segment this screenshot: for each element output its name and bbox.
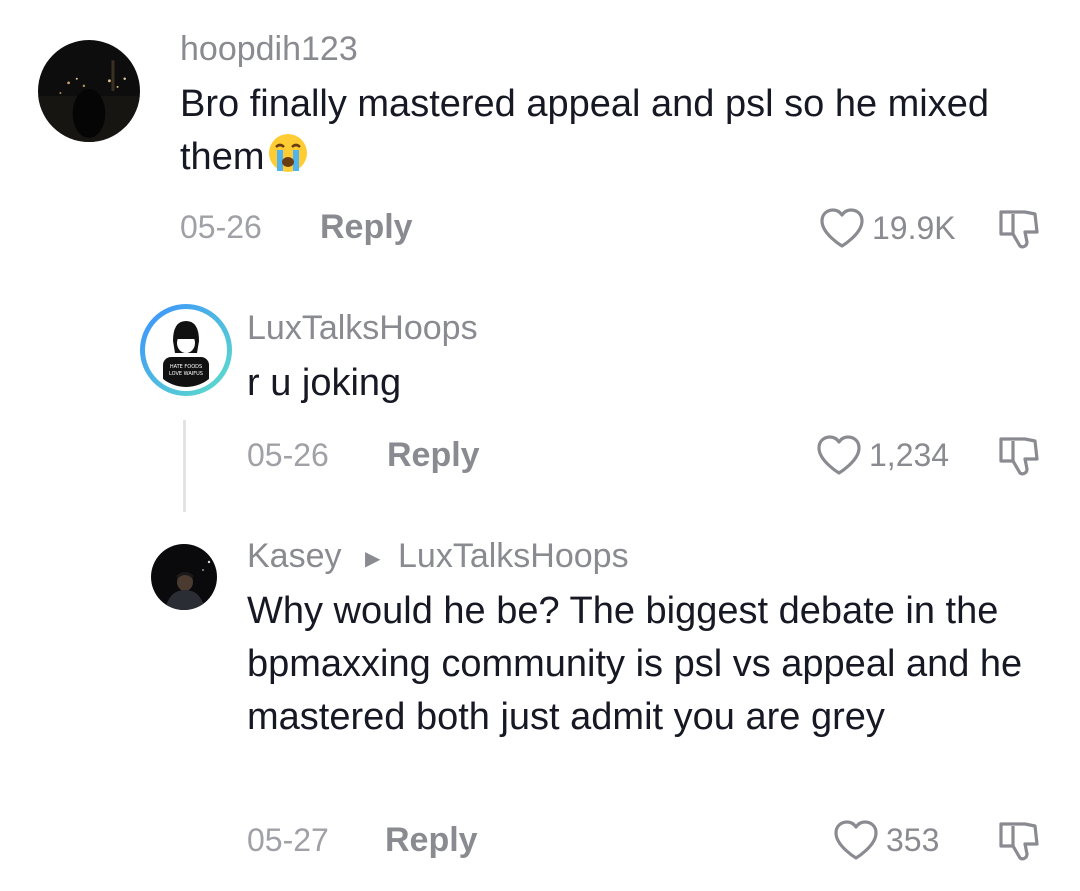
avatar-image: HATE FOODS LOVE WAIFUS xyxy=(149,313,223,387)
loudly-crying-face-icon xyxy=(266,131,310,175)
reply-button[interactable]: Reply xyxy=(320,208,413,247)
avatar: HATE FOODS LOVE WAIFUS xyxy=(149,313,223,387)
thumbs-down-icon xyxy=(999,210,1039,249)
like-button[interactable]: 19.9K xyxy=(818,206,956,250)
triangle-right-icon: ▶ xyxy=(365,548,381,570)
comment-text: Bro finally mastered appeal and psl so h… xyxy=(180,78,1020,184)
username[interactable]: LuxTalksHoops xyxy=(247,309,478,348)
heart-outline-icon xyxy=(818,206,866,250)
reply-button[interactable]: Reply xyxy=(387,436,480,475)
dislike-button[interactable] xyxy=(995,206,1041,252)
avatar-caption-line2: LOVE WAIFUS xyxy=(169,371,203,377)
heart-outline-icon xyxy=(832,818,880,862)
dislike-button[interactable] xyxy=(995,433,1041,479)
heart-outline-icon xyxy=(815,433,863,477)
like-count: 353 xyxy=(886,821,940,858)
avatar-story-ring[interactable]: HATE FOODS LOVE WAIFUS xyxy=(140,304,232,396)
avatar[interactable] xyxy=(151,544,217,610)
avatar[interactable] xyxy=(38,40,140,142)
dislike-button[interactable] xyxy=(995,818,1041,864)
reply-button[interactable]: Reply xyxy=(385,821,478,860)
thread-line xyxy=(183,420,186,512)
comment-date: 05-26 xyxy=(180,209,262,245)
like-button[interactable]: 1,234 xyxy=(815,433,949,477)
avatar-image xyxy=(38,40,140,142)
username[interactable]: Kasey xyxy=(247,537,342,576)
comment-text: r u joking xyxy=(247,362,402,404)
thumbs-down-icon xyxy=(999,822,1039,861)
reply-to-username[interactable]: LuxTalksHoops xyxy=(398,537,629,576)
comment-text: Why would he be? The biggest debate in t… xyxy=(247,590,1023,738)
avatar-caption-line1: HATE FOODS xyxy=(170,364,202,370)
username[interactable]: hoopdih123 xyxy=(180,30,358,69)
like-count: 19.9K xyxy=(872,209,956,246)
comment-date: 05-26 xyxy=(247,437,329,473)
comment-date: 05-27 xyxy=(247,822,329,858)
like-button[interactable]: 353 xyxy=(832,818,939,862)
avatar-image xyxy=(151,544,217,610)
thumbs-down-icon xyxy=(999,437,1039,476)
like-count: 1,234 xyxy=(869,436,950,473)
